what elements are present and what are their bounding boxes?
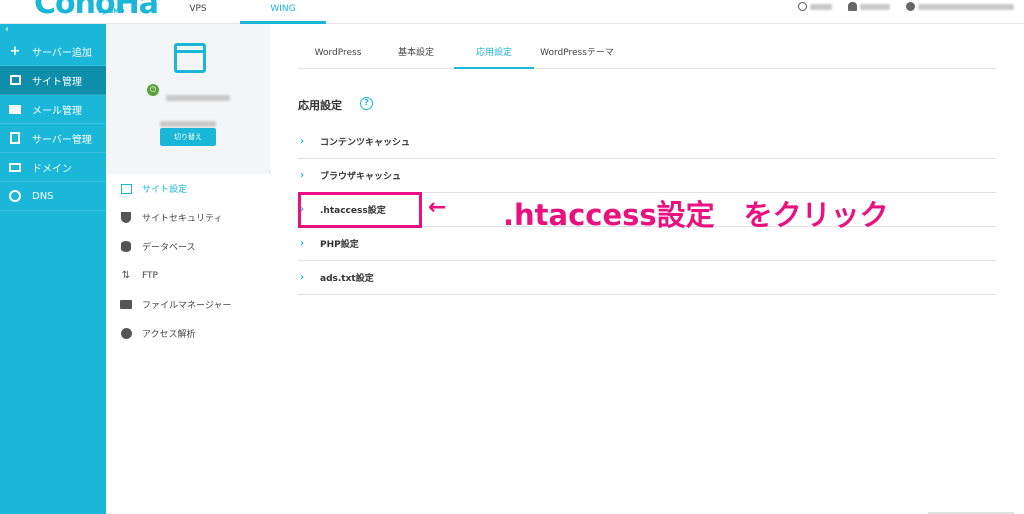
sidebar-item-label: サーバー追加: [32, 47, 92, 59]
switch-site-button[interactable]: 切り替え: [160, 128, 216, 146]
folder-icon: [120, 299, 132, 311]
top-header: ConoHa by GMO VPS WING: [0, 0, 1024, 24]
sidebar-item-add-server[interactable]: + サーバー追加: [0, 37, 106, 66]
tab-advanced-settings[interactable]: 応用設定: [454, 44, 534, 69]
tab-vps[interactable]: VPS: [160, 0, 236, 24]
site-menu-item-label: ファイルマネージャー: [142, 301, 232, 311]
header-actions: [798, 0, 1014, 14]
site-sidebar: ⏻ 切り替え サイト設定 サイトセキュリティ データベース ⇅ FTP ファイル…: [106, 24, 270, 514]
chevron-right-icon: ›: [300, 170, 305, 181]
server-icon: [8, 131, 22, 145]
database-icon: [120, 241, 132, 253]
annotation-arrow: ←: [428, 195, 447, 220]
highlight-box: [298, 192, 422, 228]
logo-subtext: by GMO: [98, 8, 125, 15]
sidebar-collapse-button[interactable]: ‹: [0, 24, 106, 37]
accordion-content-cache[interactable]: › コンテンツキャッシュ: [298, 125, 996, 159]
chevron-right-icon: ›: [300, 272, 305, 283]
site-card: ⏻ 切り替え: [106, 24, 270, 170]
domain-icon: [8, 160, 22, 174]
settings-window-icon: [120, 183, 132, 195]
accordion-browser-cache[interactable]: › ブラウザキャッシュ: [298, 159, 996, 193]
accordion-label: ブラウザキャッシュ: [320, 172, 402, 182]
sidebar-item-domain[interactable]: ドメイン: [0, 153, 106, 182]
globe-icon: [8, 189, 22, 203]
chevron-right-icon: ›: [300, 136, 305, 147]
tab-wordpress[interactable]: WordPress: [298, 44, 378, 69]
conoha-logo[interactable]: ConoHa: [34, 0, 159, 21]
settings-tabs: WordPress 基本設定 応用設定 WordPressテーマ: [298, 44, 996, 69]
help-icon: [798, 2, 807, 11]
accordion-ads-txt[interactable]: › ads.txt設定: [298, 261, 996, 295]
site-menu-item-label: FTP: [142, 270, 158, 281]
sidebar-item-dns[interactable]: DNS: [0, 182, 106, 211]
site-name: [166, 87, 230, 106]
sidebar-item-site-management[interactable]: サイト管理: [0, 66, 106, 95]
chevron-right-icon: ›: [300, 238, 305, 249]
page-title: 応用設定: [298, 99, 342, 112]
site-menu-item-ftp[interactable]: ⇅ FTP: [106, 261, 270, 290]
shield-icon: [120, 212, 132, 224]
active-pointer: [262, 183, 270, 199]
site-menu-item-database[interactable]: データベース: [106, 232, 270, 261]
help-link[interactable]: [798, 2, 832, 12]
site-menu-item-label: データベース: [142, 243, 196, 253]
sidebar-item-label: メール管理: [32, 105, 82, 117]
site-menu-item-label: サイト設定: [142, 185, 188, 195]
tab-basic-settings[interactable]: 基本設定: [378, 44, 454, 69]
mail-icon: [8, 102, 22, 116]
power-icon: ⏻: [147, 84, 159, 96]
site-menu-item-file-manager[interactable]: ファイルマネージャー: [106, 290, 270, 319]
tab-wordpress-theme[interactable]: WordPressテーマ: [534, 44, 620, 69]
plus-icon: +: [9, 43, 21, 59]
sidebar-item-mail-management[interactable]: メール管理: [0, 95, 106, 124]
window-icon: [8, 73, 22, 87]
tab-wing[interactable]: WING: [240, 0, 326, 24]
user-icon: [906, 2, 915, 11]
accordion-label: PHP設定: [320, 240, 359, 250]
site-window-icon: [174, 43, 206, 73]
site-menu-item-label: サイトセキュリティ: [142, 214, 223, 224]
sidebar-item-label: サーバー管理: [32, 134, 92, 146]
account-menu[interactable]: [906, 2, 1014, 12]
accordion-label: コンテンツキャッシュ: [320, 138, 411, 148]
notice-link[interactable]: [848, 2, 890, 12]
main-sidebar: ‹ + サーバー追加 サイト管理 メール管理 サーバー管理 ドメイン DNS: [0, 24, 106, 514]
site-menu-item-label: アクセス解析: [142, 330, 196, 340]
site-menu-item-site-settings[interactable]: サイト設定: [106, 174, 270, 203]
main-content: WordPress 基本設定 応用設定 WordPressテーマ 応用設定 ? …: [270, 24, 1024, 514]
sidebar-item-label: サイト管理: [32, 76, 82, 88]
help-icon[interactable]: ?: [360, 97, 373, 110]
bell-icon: [848, 2, 857, 11]
site-menu-item-site-security[interactable]: サイトセキュリティ: [106, 203, 270, 232]
sidebar-item-label: ドメイン: [32, 163, 72, 175]
accordion-label: ads.txt設定: [320, 274, 374, 284]
transfer-arrows-icon: ⇅: [121, 270, 131, 281]
annotation-text: .htaccess設定 をクリック: [503, 198, 889, 232]
pie-chart-icon: [120, 328, 132, 340]
site-menu-item-access-analytics[interactable]: アクセス解析: [106, 319, 270, 348]
sidebar-item-server-management[interactable]: サーバー管理: [0, 124, 106, 153]
sidebar-item-label: DNS: [32, 190, 54, 202]
site-menu: サイト設定 サイトセキュリティ データベース ⇅ FTP ファイルマネージャー …: [106, 174, 270, 514]
